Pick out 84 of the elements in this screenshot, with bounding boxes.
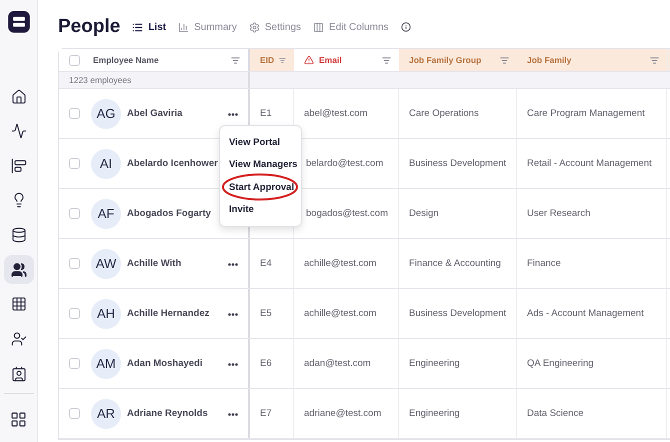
avatar: AF [91,198,121,228]
job-family: User Research [527,208,590,219]
row-checkbox[interactable] [69,208,80,219]
pulse-icon [10,123,26,140]
settings-icon [248,22,260,32]
avatar: AI [91,148,121,178]
column-header: Employee Name [93,55,160,65]
avatar: AW [91,248,121,278]
employee-count: 1223 employees [69,75,132,85]
menu-item[interactable]: View Portal [220,131,301,154]
menu-item[interactable]: Start Approval [220,176,301,198]
bar-chart-icon [178,22,190,32]
avatar: AR [91,398,121,428]
employee-name: Abel Gaviria [127,108,184,119]
menu-item[interactable]: Invite [220,198,301,221]
avatar: AM [91,348,121,378]
page-title: People [58,16,120,38]
job-family-group: Business Development [409,158,506,169]
avatar: AH [91,298,121,328]
employee-name: Adriane Reynolds [127,408,209,419]
email: adriane@test.com [304,408,382,419]
more-icon [228,362,238,366]
job-family: Data Science [527,408,584,419]
eid: E4 [260,258,272,269]
email: adan@test.com [304,358,371,369]
row-checkbox[interactable] [69,358,80,369]
view-tab[interactable]: List [132,22,166,32]
job-family: Care Program Management [527,108,645,119]
row-checkbox[interactable] [69,158,80,169]
more-icon [228,112,238,116]
columns-icon [313,22,324,32]
warning-icon [304,55,314,65]
more-icon [228,262,238,266]
apps-grid-icon [10,410,27,428]
id-badge-icon [10,366,26,382]
column-header: Job Family Group [409,55,482,65]
email: abel@test.com [304,108,368,119]
list-icon [132,22,144,32]
grid-icon [10,296,26,312]
job-family-group: Engineering [409,408,460,419]
database-icon [10,227,26,244]
home-icon [10,88,26,105]
select-all-checkbox[interactable] [69,54,80,66]
eid: E6 [260,358,272,369]
email: bogados@test.com [306,208,388,219]
employee-name: Achille Hernandez [127,308,210,319]
more-icon [228,312,238,316]
filter-icon[interactable] [382,56,391,64]
column-header: Job Family [527,55,572,65]
info-icon[interactable] [400,22,410,32]
column-header: EID [260,55,274,65]
job-family: Retail - Account Management [527,158,652,169]
eid: E7 [260,408,272,419]
eid: E5 [260,308,272,319]
job-family-group: Finance & Accounting [409,258,501,269]
email: belardo@test.com [306,158,384,169]
job-family-group: Engineering [409,358,460,369]
row-checkbox[interactable] [69,258,80,269]
app-logo[interactable] [8,11,30,33]
eid: E1 [260,108,272,119]
nav-people-button[interactable] [4,254,34,284]
email: achille@test.com [304,258,376,269]
employee-name: Adan Moshayedi [127,358,204,369]
row-checkbox[interactable] [69,408,80,419]
email: achille@test.com [304,308,376,319]
people-icon [10,262,26,278]
filter-icon[interactable] [500,56,509,64]
job-family-group: Design [409,208,439,219]
job-family: Ads - Account Management [527,308,644,319]
filter-icon[interactable] [650,56,659,64]
more-icon [228,412,238,416]
bars-icon [10,158,26,174]
row-checkbox[interactable] [69,308,80,319]
filter-icon[interactable] [231,56,240,64]
column-header: Email [319,55,343,65]
job-family-group: Care Operations [409,108,479,119]
avatar: AG [91,98,121,128]
menu-item[interactable]: View Managers [220,154,301,176]
person-approval-icon [10,330,26,347]
job-family: QA Engineering [527,358,594,369]
employee-name: Achille With [127,258,182,269]
job-family-group: Business Development [409,308,506,319]
row-checkbox[interactable] [69,108,80,119]
job-family: Finance [527,258,561,269]
